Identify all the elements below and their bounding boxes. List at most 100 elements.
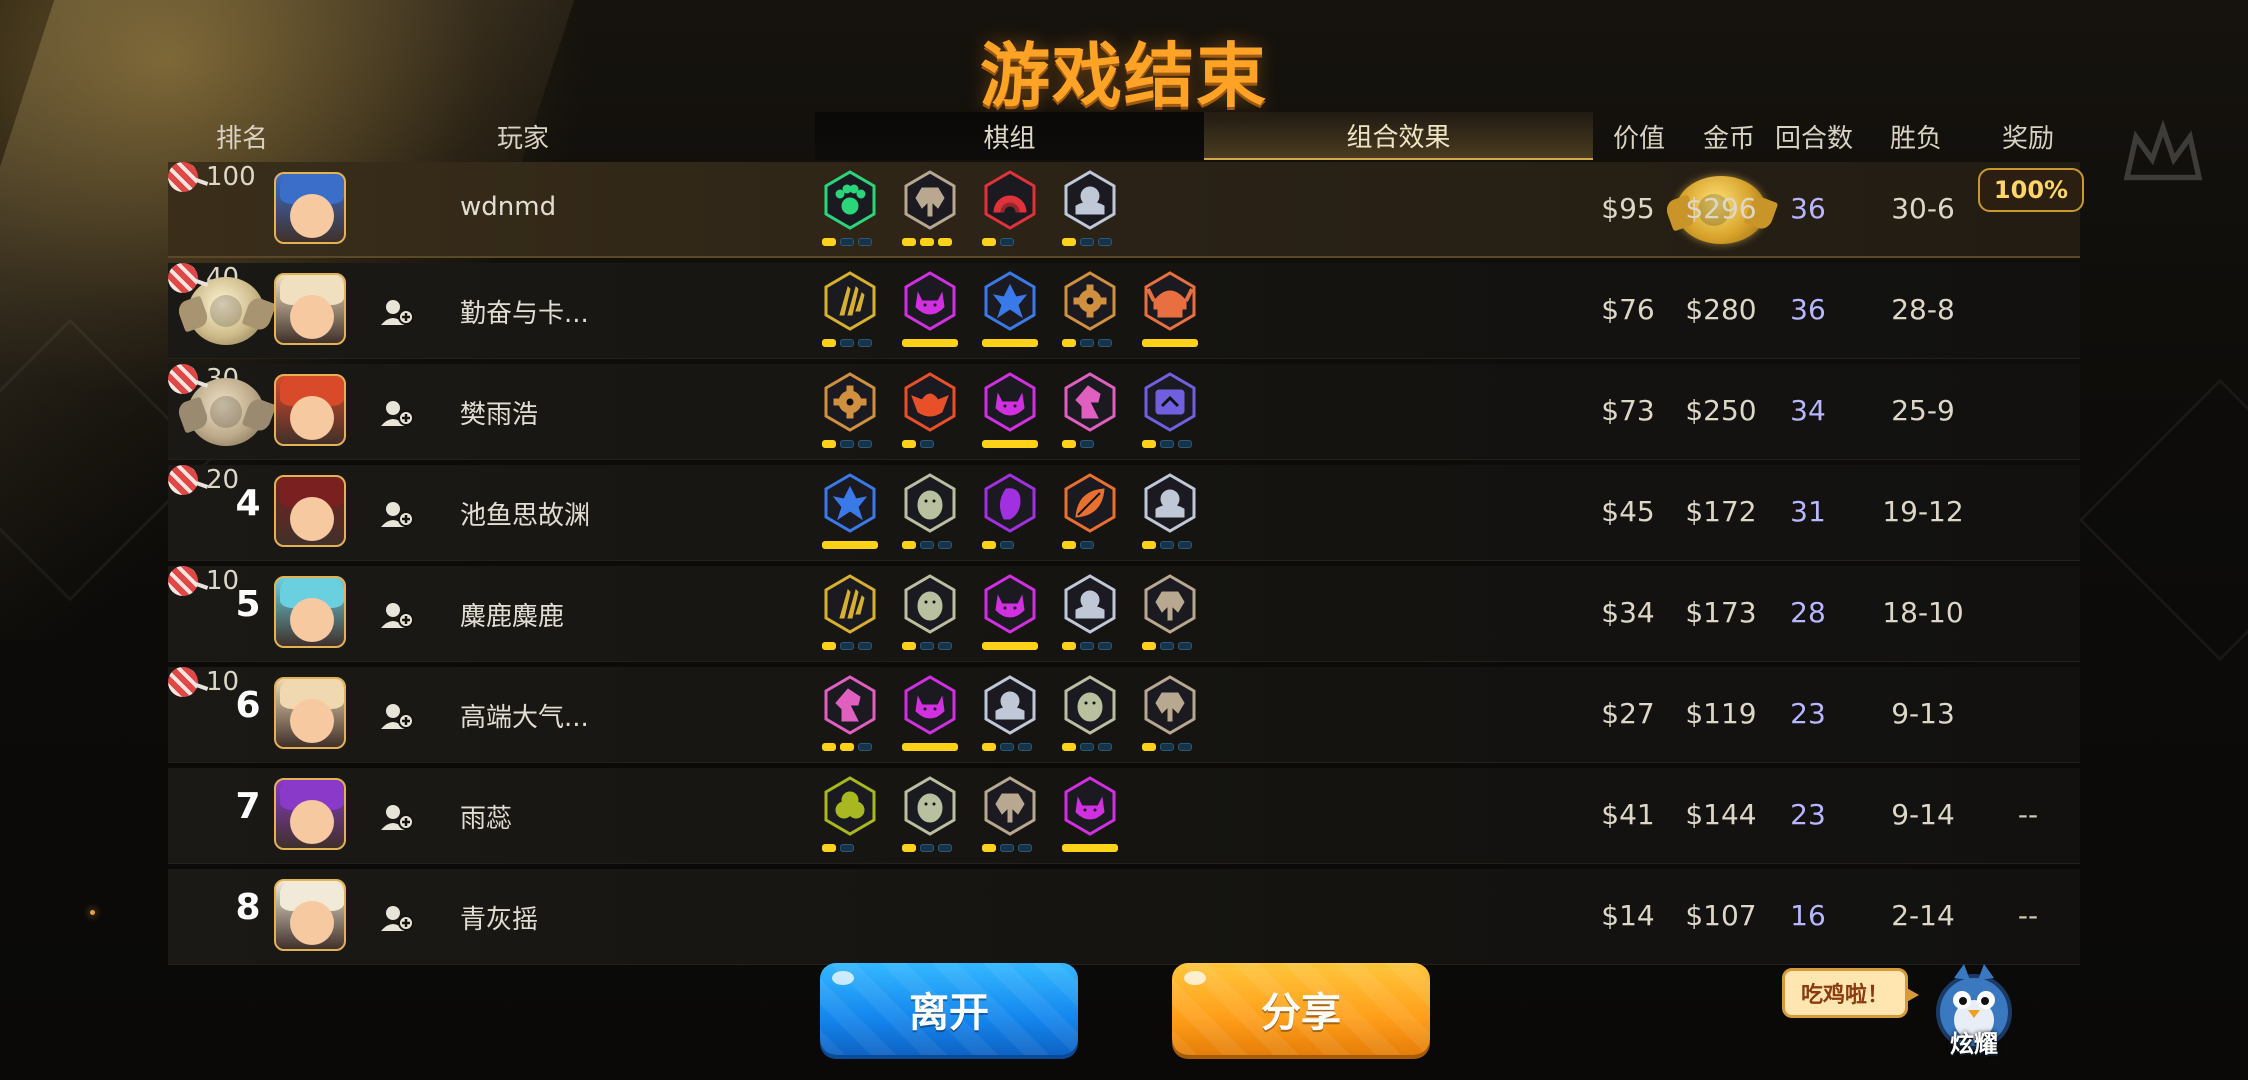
synergy-gear[interactable]: [1060, 271, 1122, 355]
synergy-level-pips: [902, 743, 958, 751]
player-avatar[interactable]: [274, 273, 346, 345]
synergy-paw[interactable]: [820, 170, 882, 254]
table-row[interactable]: 樊雨浩$73$2503425-930: [168, 364, 2080, 460]
synergy-level-pips: [982, 541, 1014, 549]
synergy-penguin[interactable]: [900, 574, 962, 658]
rank-number: 6: [235, 685, 261, 726]
synergy-leaf[interactable]: [1060, 473, 1122, 557]
gold-cell: $107: [1685, 899, 1757, 932]
button-shine: [1184, 971, 1206, 985]
synergy-claw[interactable]: [820, 271, 882, 355]
synergy-helm[interactable]: [1060, 574, 1122, 658]
synergy-level-pips: [1062, 541, 1094, 549]
value-cell: $45: [1601, 495, 1655, 528]
helm-icon: [1140, 473, 1200, 533]
synergy-arch[interactable]: [980, 170, 1042, 254]
level-pip: [822, 339, 836, 347]
synergy-knight[interactable]: [820, 675, 882, 759]
penguin-icon: [900, 574, 960, 634]
helm-icon: [1060, 574, 1120, 634]
table-row[interactable]: 6 高端大气... $27 $119 23 9-13 10: [168, 667, 2080, 763]
share-button[interactable]: 分享: [1172, 963, 1430, 1055]
synergy-axe[interactable]: [1140, 574, 1202, 658]
game-over-screen: 游戏结束 排名 玩家 棋组 组合效果 价值 金币 回合数 胜负 奖励 wdnmd…: [0, 0, 2248, 1080]
synergy-axe[interactable]: [980, 776, 1042, 860]
win-loss-cell: 28-8: [1891, 293, 1955, 326]
synergy-penguin[interactable]: [900, 473, 962, 557]
synergy-demon[interactable]: [980, 574, 1042, 658]
synergy-demon[interactable]: [980, 372, 1042, 456]
win-loss-cell: 25-9: [1891, 394, 1955, 427]
synergy-level-pips: [1142, 541, 1192, 549]
synergy-helm[interactable]: [980, 675, 1042, 759]
player-avatar[interactable]: [274, 475, 346, 547]
level-pip: [1142, 440, 1156, 448]
level-pip: [982, 339, 1038, 347]
synergy-knight[interactable]: [1060, 372, 1122, 456]
level-pip: [902, 743, 958, 751]
win-loss-cell: 9-14: [1891, 798, 1955, 831]
synergy-mech[interactable]: [1140, 372, 1202, 456]
level-pip: [840, 238, 854, 246]
level-pip: [1160, 440, 1174, 448]
synergy-demon[interactable]: [900, 271, 962, 355]
table-row[interactable]: 5 麋鹿麋鹿 $34 $173 28 18-10 10: [168, 566, 2080, 662]
synergy-crystal[interactable]: [980, 271, 1042, 355]
add-friend-icon[interactable]: [380, 297, 414, 327]
synergy-level-pips: [822, 339, 872, 347]
synergy-penguin[interactable]: [1060, 675, 1122, 759]
rounds-cell: 23: [1790, 798, 1826, 831]
add-friend-icon[interactable]: [380, 802, 414, 832]
synergy-slime[interactable]: [820, 776, 882, 860]
gold-cell: $250: [1685, 394, 1757, 427]
player-avatar[interactable]: [274, 677, 346, 749]
value-cell: $41: [1601, 798, 1655, 831]
synergy-viking[interactable]: [1140, 271, 1202, 355]
add-friend-icon[interactable]: [380, 903, 414, 933]
player-avatar[interactable]: [274, 879, 346, 951]
tab-combo-effects[interactable]: 组合效果: [1204, 112, 1593, 160]
synergy-level-pips: [982, 743, 1032, 751]
synergy-helm[interactable]: [1140, 473, 1202, 557]
add-friend-icon[interactable]: [380, 701, 414, 731]
synergy-penguin[interactable]: [900, 776, 962, 860]
gold-cell: $280: [1685, 293, 1757, 326]
avatar-face: [290, 194, 334, 238]
leave-button-label: 离开: [909, 990, 989, 1036]
synergy-level-pips: [1062, 642, 1112, 650]
add-friend-icon[interactable]: [380, 600, 414, 630]
level-pip: [920, 642, 934, 650]
synergy-goblin[interactable]: [900, 372, 962, 456]
synergy-level-pips: [902, 642, 952, 650]
synergy-crystal[interactable]: [820, 473, 882, 557]
level-pip: [822, 642, 836, 650]
leave-button[interactable]: 离开: [820, 963, 1078, 1055]
synergy-axe[interactable]: [1140, 675, 1202, 759]
add-friend-icon[interactable]: [380, 398, 414, 428]
level-pip: [858, 238, 872, 246]
rounds-cell: 36: [1790, 192, 1826, 225]
table-row[interactable]: 勤奋与卡...$76$2803628-840: [168, 263, 2080, 359]
player-avatar[interactable]: [274, 576, 346, 648]
synergy-gear[interactable]: [820, 372, 882, 456]
player-avatar[interactable]: [274, 172, 346, 244]
synergy-demon[interactable]: [1060, 776, 1122, 860]
level-pip: [822, 238, 836, 246]
synergy-helm[interactable]: [1060, 170, 1122, 254]
player-avatar[interactable]: [274, 374, 346, 446]
synergy-claw[interactable]: [820, 574, 882, 658]
table-row[interactable]: 7 雨蕊 $41 $144 23 9-14 --: [168, 768, 2080, 864]
tab-pieces[interactable]: 棋组: [815, 112, 1204, 160]
add-friend-icon[interactable]: [380, 499, 414, 529]
player-avatar[interactable]: [274, 778, 346, 850]
avatar-face: [290, 800, 334, 844]
synergy-axe[interactable]: [900, 170, 962, 254]
synergy-spirit[interactable]: [980, 473, 1042, 557]
table-row[interactable]: 8 青灰摇 $14 $107 16 2-14 --: [168, 869, 2080, 965]
candy-icon: [168, 263, 198, 293]
table-row[interactable]: wdnmd $95 $296 36 30-6 100 100%: [168, 162, 2084, 258]
table-row[interactable]: 4 池鱼思故渊 $45 $172 31 19-12 20: [168, 465, 2080, 561]
medal-face: [210, 295, 242, 327]
knight-icon: [820, 675, 880, 735]
synergy-demon[interactable]: [900, 675, 962, 759]
